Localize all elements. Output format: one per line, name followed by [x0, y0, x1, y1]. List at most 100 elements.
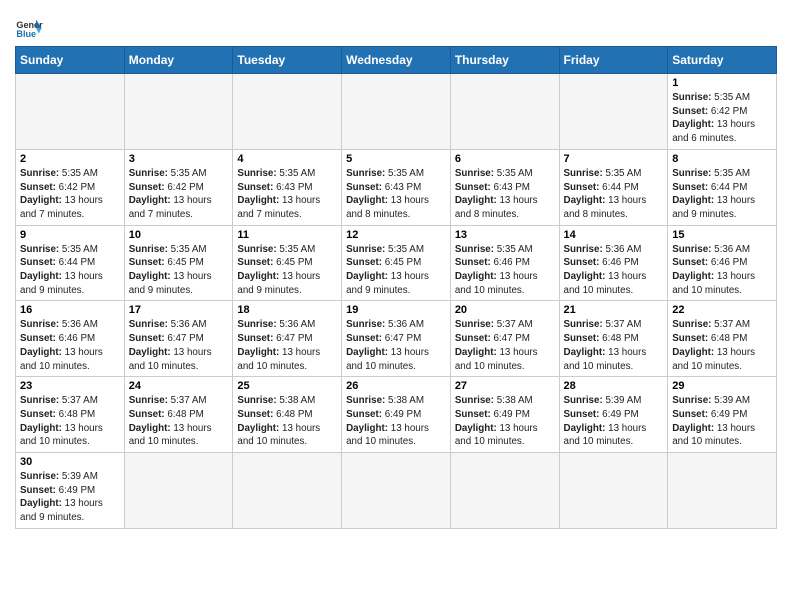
day-info: Sunrise: 5:37 AMSunset: 6:47 PMDaylight:…: [455, 318, 555, 373]
week-row-5: 30Sunrise: 5:39 AMSunset: 6:49 PMDayligh…: [16, 453, 777, 529]
week-row-3: 16Sunrise: 5:36 AMSunset: 6:46 PMDayligh…: [16, 301, 777, 377]
day-number: 6: [455, 153, 555, 165]
day-cell: [450, 453, 559, 529]
day-number: 21: [564, 304, 664, 316]
day-cell: 19Sunrise: 5:36 AMSunset: 6:47 PMDayligh…: [342, 301, 451, 377]
day-info: Sunrise: 5:36 AMSunset: 6:46 PMDaylight:…: [564, 243, 664, 298]
day-info: Sunrise: 5:35 AMSunset: 6:43 PMDaylight:…: [237, 167, 337, 222]
logo: General Blue: [15, 14, 43, 42]
day-info: Sunrise: 5:37 AMSunset: 6:48 PMDaylight:…: [672, 318, 772, 373]
logo-icon: General Blue: [15, 14, 43, 42]
day-info: Sunrise: 5:38 AMSunset: 6:48 PMDaylight:…: [237, 394, 337, 449]
day-number: 13: [455, 229, 555, 241]
day-cell: 27 Sunrise: 5:38 AMSunset: 6:49 PMDayligh…: [450, 377, 559, 453]
day-number: 12: [346, 229, 446, 241]
day-info: Sunrise: 5:35 AMSunset: 6:45 PMDaylight:…: [237, 243, 337, 298]
day-info: Sunrise: 5:36 AMSunset: 6:46 PMDaylight:…: [672, 243, 772, 298]
day-number: 20: [455, 304, 555, 316]
day-info: Sunrise: 5:39 AMSunset: 6:49 PMDaylight:…: [20, 470, 120, 525]
day-number: 27: [455, 380, 555, 392]
day-cell: 22 Sunrise: 5:37 AMSunset: 6:48 PMDayligh…: [668, 301, 777, 377]
day-info: Sunrise: 5:36 AMSunset: 6:46 PMDaylight:…: [20, 318, 120, 373]
day-cell: [233, 453, 342, 529]
weekday-monday: Monday: [124, 47, 233, 74]
day-cell: 3 Sunrise: 5:35 AMSunset: 6:42 PMDaylight…: [124, 149, 233, 225]
day-number: 4: [237, 153, 337, 165]
day-number: 5: [346, 153, 446, 165]
day-cell: 7 Sunrise: 5:35 AMSunset: 6:44 PMDaylight…: [559, 149, 668, 225]
day-info: Sunrise: 5:38 AMSunset: 6:49 PMDaylight:…: [455, 394, 555, 449]
day-cell: [668, 453, 777, 529]
weekday-thursday: Thursday: [450, 47, 559, 74]
day-info: Sunrise: 5:39 AMSunset: 6:49 PMDaylight:…: [564, 394, 664, 449]
day-cell: 4 Sunrise: 5:35 AMSunset: 6:43 PMDaylight…: [233, 149, 342, 225]
day-number: 14: [564, 229, 664, 241]
day-number: 22: [672, 304, 772, 316]
week-row-1: 2 Sunrise: 5:35 AMSunset: 6:42 PMDaylight…: [16, 149, 777, 225]
day-cell: [342, 453, 451, 529]
week-row-4: 23 Sunrise: 5:37 AMSunset: 6:48 PMDayligh…: [16, 377, 777, 453]
day-number: 11: [237, 229, 337, 241]
day-info: Sunrise: 5:37 AMSunset: 6:48 PMDaylight:…: [20, 394, 120, 449]
day-cell: [16, 74, 125, 150]
weekday-tuesday: Tuesday: [233, 47, 342, 74]
day-cell: 11 Sunrise: 5:35 AMSunset: 6:45 PMDayligh…: [233, 225, 342, 301]
day-number: 25: [237, 380, 337, 392]
day-number: 10: [129, 229, 229, 241]
day-cell: 30Sunrise: 5:39 AMSunset: 6:49 PMDayligh…: [16, 453, 125, 529]
day-cell: [233, 74, 342, 150]
day-cell: 15 Sunrise: 5:36 AMSunset: 6:46 PMDayligh…: [668, 225, 777, 301]
day-cell: 17 Sunrise: 5:36 AMSunset: 6:47 PMDayligh…: [124, 301, 233, 377]
day-cell: 16Sunrise: 5:36 AMSunset: 6:46 PMDayligh…: [16, 301, 125, 377]
day-info: Sunrise: 5:36 AMSunset: 6:47 PMDaylight:…: [237, 318, 337, 373]
day-info: Sunrise: 5:35 AMSunset: 6:42 PMDaylight:…: [672, 91, 772, 146]
day-cell: 9Sunrise: 5:35 AMSunset: 6:44 PMDaylight…: [16, 225, 125, 301]
day-number: 3: [129, 153, 229, 165]
week-row-2: 9Sunrise: 5:35 AMSunset: 6:44 PMDaylight…: [16, 225, 777, 301]
day-info: Sunrise: 5:36 AMSunset: 6:47 PMDaylight:…: [346, 318, 446, 373]
calendar: SundayMondayTuesdayWednesdayThursdayFrid…: [15, 46, 777, 529]
day-cell: 28 Sunrise: 5:39 AMSunset: 6:49 PMDayligh…: [559, 377, 668, 453]
calendar-header: SundayMondayTuesdayWednesdayThursdayFrid…: [16, 47, 777, 74]
day-info: Sunrise: 5:39 AMSunset: 6:49 PMDaylight:…: [672, 394, 772, 449]
weekday-friday: Friday: [559, 47, 668, 74]
day-info: Sunrise: 5:36 AMSunset: 6:47 PMDaylight:…: [129, 318, 229, 373]
day-number: 23: [20, 380, 120, 392]
header: General Blue: [15, 10, 777, 42]
day-cell: 5 Sunrise: 5:35 AMSunset: 6:43 PMDaylight…: [342, 149, 451, 225]
day-info: Sunrise: 5:35 AMSunset: 6:42 PMDaylight:…: [129, 167, 229, 222]
day-number: 1: [672, 77, 772, 89]
weekday-row: SundayMondayTuesdayWednesdayThursdayFrid…: [16, 47, 777, 74]
day-cell: 13Sunrise: 5:35 AMSunset: 6:46 PMDayligh…: [450, 225, 559, 301]
day-cell: 23 Sunrise: 5:37 AMSunset: 6:48 PMDayligh…: [16, 377, 125, 453]
day-cell: 29 Sunrise: 5:39 AMSunset: 6:49 PMDayligh…: [668, 377, 777, 453]
calendar-body: 1 Sunrise: 5:35 AMSunset: 6:42 PMDaylight…: [16, 74, 777, 529]
day-info: Sunrise: 5:35 AMSunset: 6:43 PMDaylight:…: [455, 167, 555, 222]
day-cell: [450, 74, 559, 150]
day-cell: 8 Sunrise: 5:35 AMSunset: 6:44 PMDaylight…: [668, 149, 777, 225]
weekday-saturday: Saturday: [668, 47, 777, 74]
day-info: Sunrise: 5:35 AMSunset: 6:43 PMDaylight:…: [346, 167, 446, 222]
day-cell: 25 Sunrise: 5:38 AMSunset: 6:48 PMDayligh…: [233, 377, 342, 453]
day-info: Sunrise: 5:35 AMSunset: 6:44 PMDaylight:…: [564, 167, 664, 222]
day-cell: 6 Sunrise: 5:35 AMSunset: 6:43 PMDaylight…: [450, 149, 559, 225]
day-info: Sunrise: 5:38 AMSunset: 6:49 PMDaylight:…: [346, 394, 446, 449]
day-number: 29: [672, 380, 772, 392]
day-cell: 18 Sunrise: 5:36 AMSunset: 6:47 PMDayligh…: [233, 301, 342, 377]
day-number: 2: [20, 153, 120, 165]
day-info: Sunrise: 5:35 AMSunset: 6:42 PMDaylight:…: [20, 167, 120, 222]
day-info: Sunrise: 5:35 AMSunset: 6:45 PMDaylight:…: [346, 243, 446, 298]
day-number: 17: [129, 304, 229, 316]
day-cell: 24Sunrise: 5:37 AMSunset: 6:48 PMDayligh…: [124, 377, 233, 453]
day-number: 28: [564, 380, 664, 392]
day-number: 15: [672, 229, 772, 241]
day-info: Sunrise: 5:35 AMSunset: 6:44 PMDaylight:…: [20, 243, 120, 298]
day-cell: 10Sunrise: 5:35 AMSunset: 6:45 PMDayligh…: [124, 225, 233, 301]
day-number: 18: [237, 304, 337, 316]
day-info: Sunrise: 5:35 AMSunset: 6:44 PMDaylight:…: [672, 167, 772, 222]
day-cell: [124, 74, 233, 150]
day-number: 8: [672, 153, 772, 165]
weekday-wednesday: Wednesday: [342, 47, 451, 74]
day-number: 7: [564, 153, 664, 165]
day-cell: 12 Sunrise: 5:35 AMSunset: 6:45 PMDayligh…: [342, 225, 451, 301]
